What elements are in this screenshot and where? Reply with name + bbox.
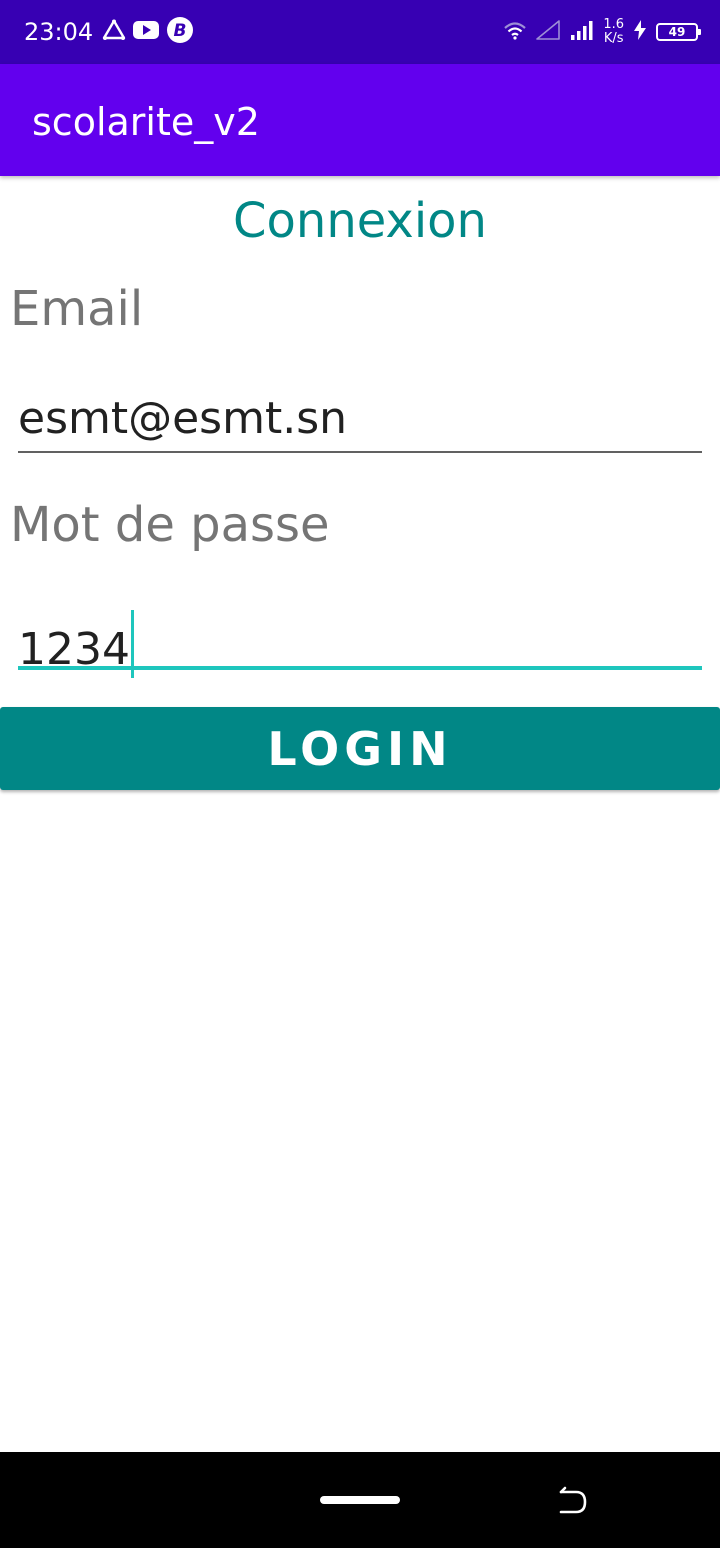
network-speed-value: 1.6 (603, 17, 624, 32)
status-bar: 23:04 B 1.6 K/s 49 (0, 0, 720, 64)
app-title: scolarite_v2 (32, 100, 260, 144)
email-label: Email (10, 281, 144, 337)
navigation-bar (0, 1452, 720, 1548)
password-field[interactable]: 1234 (18, 606, 702, 678)
signal-empty-icon (535, 19, 561, 46)
login-button[interactable]: LOGIN (0, 707, 720, 790)
home-gesture-handle[interactable] (320, 1496, 400, 1504)
status-time: 23:04 (24, 18, 94, 46)
network-speed-unit: K/s (603, 31, 624, 46)
password-label: Mot de passe (10, 497, 330, 553)
network-speed: 1.6 K/s (603, 18, 624, 46)
b-app-icon: B (166, 16, 194, 49)
email-field[interactable]: esmt@esmt.sn (18, 389, 702, 453)
page-title: Connexion (233, 193, 487, 249)
app-bar: scolarite_v2 (0, 64, 720, 176)
status-system-icons: 1.6 K/s 49 (503, 16, 701, 48)
wifi-icon (503, 20, 527, 45)
battery-icon: 49 (656, 23, 701, 41)
svg-text:B: B (174, 21, 187, 41)
password-field-underline (18, 666, 702, 670)
navigation-triangle-icon (102, 19, 126, 46)
charging-icon (632, 19, 648, 46)
back-gesture-icon[interactable] (558, 1486, 588, 1523)
youtube-icon (132, 19, 160, 46)
status-notification-icons: B (102, 16, 194, 49)
email-field-underline (18, 451, 702, 453)
signal-bars-icon (569, 19, 595, 46)
email-field-value: esmt@esmt.sn (18, 393, 348, 444)
